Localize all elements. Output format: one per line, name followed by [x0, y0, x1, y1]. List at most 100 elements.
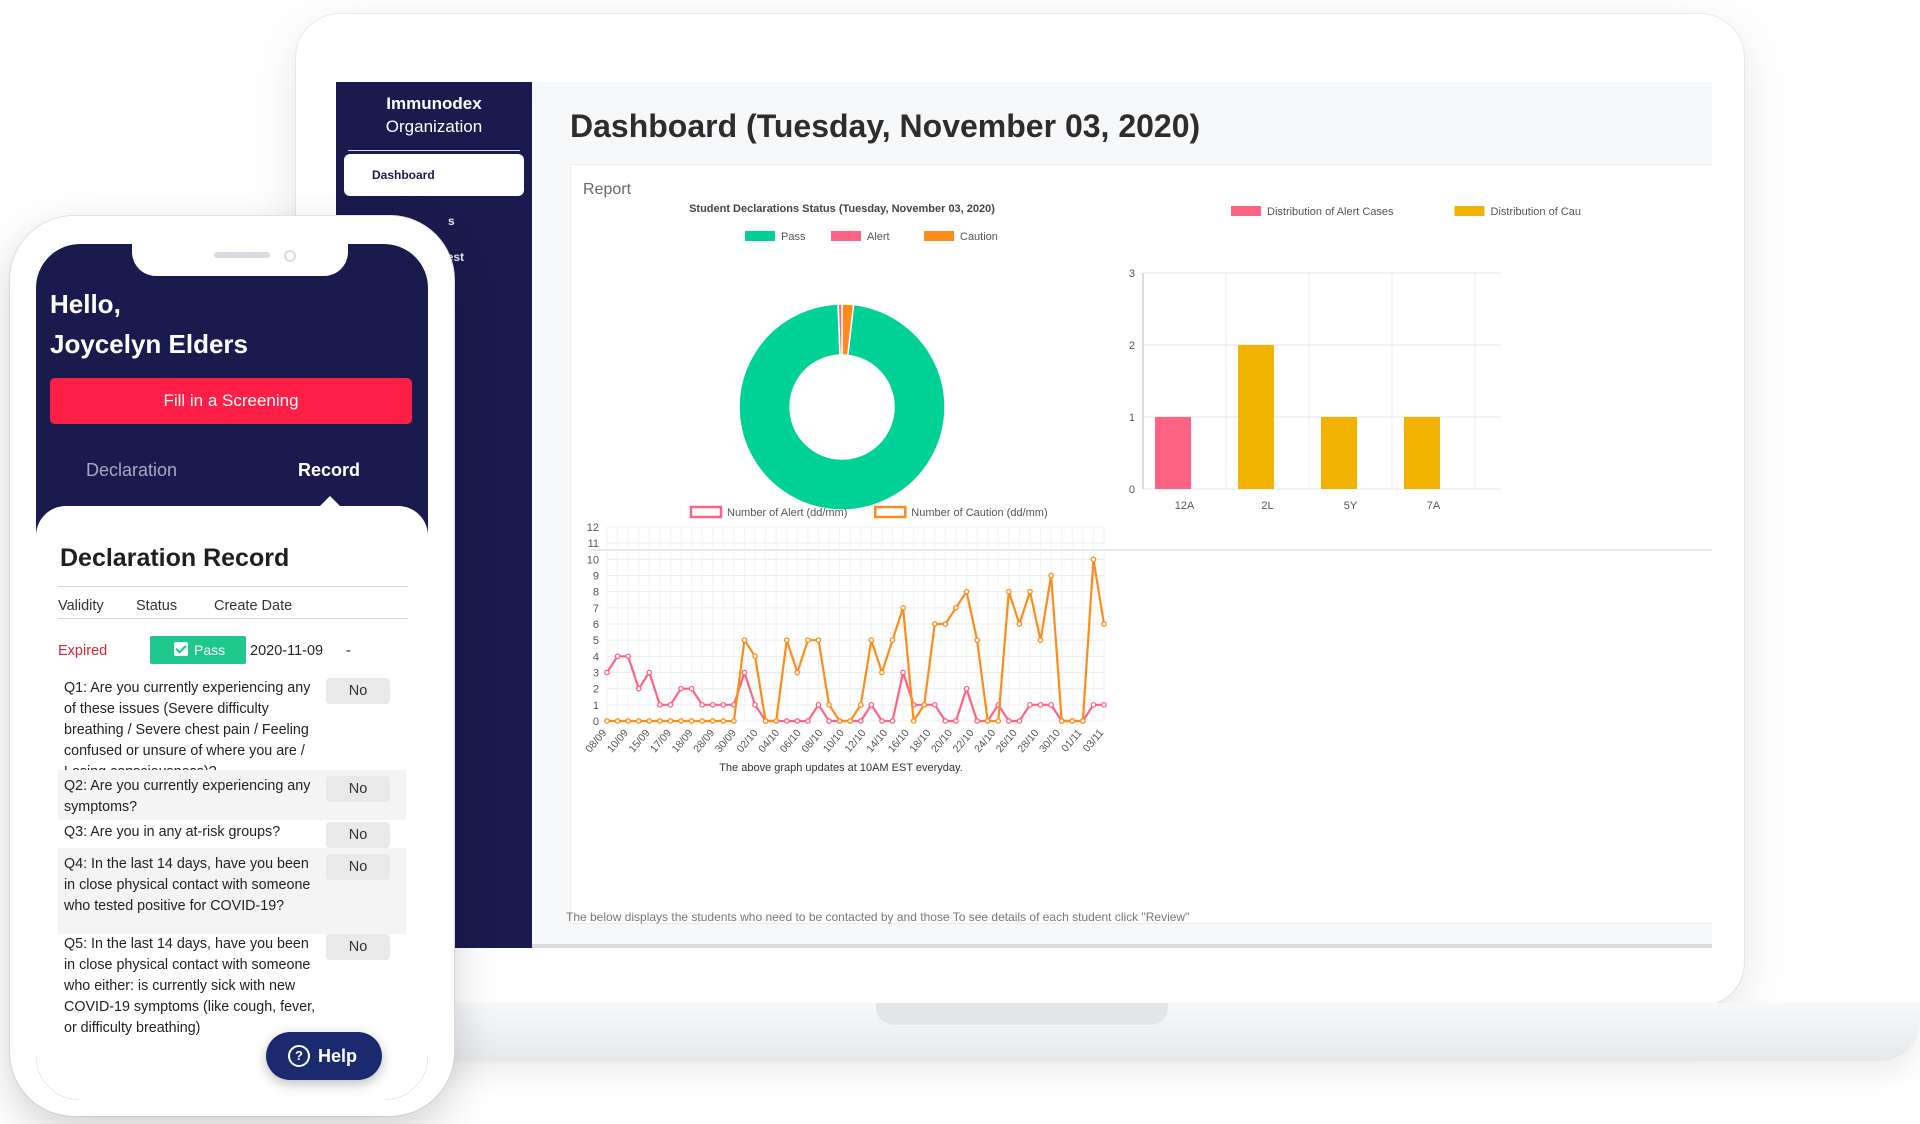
- line-ytick-label: 0: [593, 716, 599, 728]
- line-point: [826, 718, 832, 724]
- line-point: [688, 718, 695, 724]
- donut-chart: Student Declarations Status (Tuesday, No…: [689, 203, 998, 511]
- main-content: Dashboard (Tuesday, November 03, 2020) R…: [532, 82, 1712, 948]
- line-point: [709, 718, 716, 724]
- tab-record[interactable]: Record: [298, 460, 360, 481]
- sidebar-item-partial-1[interactable]: s: [448, 214, 455, 228]
- question-circle-icon: ?: [288, 1045, 310, 1067]
- bar-legend-swatch: [1454, 206, 1485, 216]
- record-rule-mid: [58, 618, 408, 619]
- header-validity: Validity: [58, 598, 104, 614]
- line-xtick-label: 17/09: [648, 727, 674, 755]
- line-point: [1058, 718, 1065, 724]
- line-point: [1101, 621, 1107, 627]
- line-xtick-label: 06/10: [778, 727, 804, 755]
- line-xtick-label: 28/10: [1015, 727, 1041, 755]
- line-point: [646, 718, 653, 724]
- question-text: Q1: Are you currently experiencing any o…: [64, 680, 311, 780]
- record-panel: Declaration Record Validity Status Creat…: [36, 506, 428, 1100]
- bar-legend-label: Distribution of Cau: [1491, 206, 1582, 218]
- line-point: [752, 653, 758, 660]
- line-point: [1080, 718, 1086, 724]
- sidebar-item-dashboard[interactable]: Dashboard: [344, 154, 524, 196]
- line-point: [889, 637, 896, 644]
- line-xtick-label: 03/11: [1081, 727, 1107, 754]
- answer-button[interactable]: No: [326, 854, 390, 880]
- line-point: [604, 718, 610, 724]
- line-xtick-label: 08/09: [583, 727, 609, 755]
- page-title: Dashboard (Tuesday, November 03, 2020): [570, 108, 1201, 144]
- line-point: [995, 718, 1002, 724]
- tab-declaration[interactable]: Declaration: [86, 460, 177, 481]
- line-point: [794, 718, 801, 724]
- line-point: [1005, 588, 1012, 595]
- laptop-notch: [876, 1003, 1168, 1025]
- footnote-text: The below displays the students who need…: [566, 910, 1190, 924]
- bar-legend-label: Distribution of Alert Cases: [1267, 206, 1394, 218]
- line-point: [847, 718, 854, 724]
- line-xtick-label: 14/10: [864, 727, 890, 755]
- line-point: [953, 604, 959, 611]
- line-legend-label: Number of Caution (dd/mm): [911, 507, 1047, 519]
- answer-button[interactable]: No: [326, 776, 390, 802]
- line-point: [1027, 588, 1033, 595]
- help-button[interactable]: ? Help: [266, 1032, 382, 1080]
- bar-xtick-label: 2L: [1261, 500, 1273, 512]
- status-badge: Pass: [150, 636, 246, 664]
- line-ytick-label: 10: [587, 554, 599, 566]
- line-point: [931, 621, 938, 627]
- row-extra-value: -: [346, 643, 351, 659]
- question-text: Q3: Are you in any at-risk groups?: [64, 824, 281, 840]
- line-xtick-label: 18/10: [907, 727, 933, 755]
- line-xtick-label: 12/10: [843, 727, 869, 755]
- bar-ytick-label: 1: [1129, 412, 1135, 424]
- line-xtick-label: 26/10: [994, 727, 1020, 755]
- question-text: Q4: In the last 14 days, have you been i…: [64, 856, 311, 914]
- bar-ytick-label: 2: [1129, 340, 1135, 352]
- line-point: [900, 669, 906, 676]
- line-ytick-label: 3: [593, 668, 599, 680]
- line-xtick-label: 10/09: [605, 727, 631, 755]
- line-point: [815, 637, 822, 644]
- line-legend-swatch: [689, 505, 723, 519]
- phone-notch: [132, 244, 348, 276]
- line-point: [879, 718, 885, 724]
- line-point: [805, 718, 811, 724]
- bar-rect: [1155, 417, 1191, 489]
- validity-value: Expired: [58, 643, 108, 659]
- line-ytick-label: 7: [593, 603, 599, 615]
- answer-button[interactable]: No: [326, 822, 390, 848]
- line-point: [667, 718, 674, 724]
- line-point: [720, 718, 727, 724]
- line-point: [1016, 621, 1023, 627]
- speaker-icon: [214, 252, 270, 258]
- line-ytick-label: 4: [593, 651, 599, 663]
- line-chart: Number of Alert (dd/mm) Number of Caution…: [583, 505, 1107, 774]
- line-point: [900, 604, 906, 611]
- line-point: [1037, 701, 1044, 708]
- line-point: [1048, 572, 1054, 579]
- donut-legend-swatch: [831, 231, 861, 241]
- fill-screening-button[interactable]: Fill in a Screening: [50, 378, 412, 424]
- status-badge-label: Pass: [194, 642, 226, 658]
- line-point: [868, 637, 875, 644]
- line-xtick-label: 16/10: [886, 727, 912, 755]
- question-text: Q5: In the last 14 days, have you been i…: [64, 936, 316, 1036]
- answer-button[interactable]: No: [326, 934, 390, 960]
- org-name-line2: Organization: [385, 117, 483, 136]
- line-point: [709, 701, 716, 708]
- report-card: Report Student Declarations Status (Tues…: [570, 164, 1712, 924]
- bar-ytick-label: 3: [1129, 268, 1135, 280]
- line-legend-swatch: [874, 505, 907, 519]
- line-ytick-label: 6: [593, 619, 599, 631]
- line-point: [974, 637, 980, 644]
- org-name: Immunodex Organization: [336, 82, 532, 138]
- line-point: [1090, 701, 1097, 708]
- line-ytick-label: 9: [593, 571, 599, 583]
- line-point: [879, 669, 885, 676]
- line-point: [1090, 556, 1097, 563]
- bar-rect: [1238, 345, 1274, 489]
- line-point: [868, 701, 875, 708]
- line-point: [657, 718, 663, 724]
- answer-button[interactable]: No: [326, 678, 390, 704]
